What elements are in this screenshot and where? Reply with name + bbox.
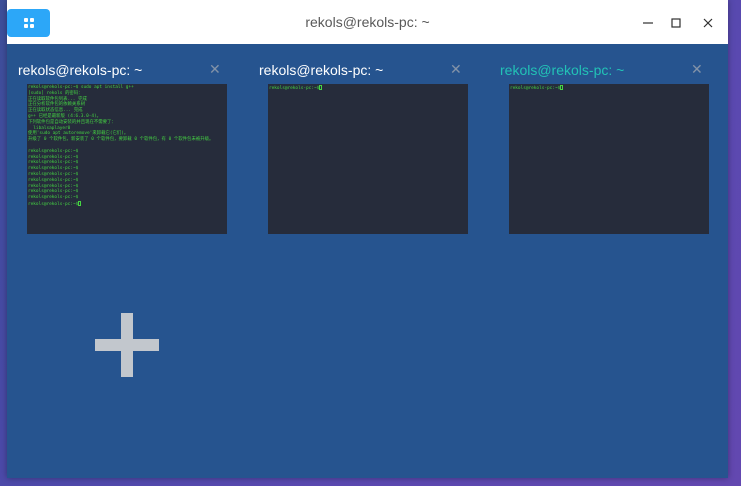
terminal-window: rekols@rekols-pc: ~ rekols@rekols-pc: ~ … bbox=[7, 0, 728, 478]
terminal-preview[interactable]: rekols@rekols-pc:~$ sudo apt install g++… bbox=[27, 84, 227, 234]
workspace-close-icon[interactable]: ✕ bbox=[450, 63, 462, 77]
add-workspace-button[interactable] bbox=[95, 313, 159, 377]
workspace-title: rekols@rekols-pc: ~ bbox=[259, 62, 384, 78]
maximize-button[interactable] bbox=[665, 12, 687, 34]
terminal-output: rekols@rekols-pc:~$ bbox=[510, 85, 564, 91]
workspace-title: rekols@rekols-pc: ~ bbox=[500, 62, 625, 78]
workspace-title: rekols@rekols-pc: ~ bbox=[18, 62, 143, 78]
terminal-line: rekols@rekols-pc:~$ bbox=[269, 85, 323, 91]
terminal-cursor bbox=[78, 200, 82, 206]
window-title: rekols@rekols-pc: ~ bbox=[305, 14, 430, 30]
minimize-icon bbox=[643, 22, 653, 24]
terminal-output: rekols@rekols-pc:~$ bbox=[269, 85, 323, 91]
terminal-cursor bbox=[319, 85, 323, 90]
workspace-close-icon[interactable]: ✕ bbox=[209, 63, 221, 77]
terminal-preview[interactable]: rekols@rekols-pc:~$ bbox=[509, 84, 709, 234]
maximize-icon bbox=[671, 18, 681, 28]
terminal-line: 升级了 0 个软件包，新安装了 0 个软件包，要卸载 0 个软件包，有 0 个软… bbox=[28, 137, 214, 143]
terminal-preview[interactable]: rekols@rekols-pc:~$ bbox=[268, 84, 468, 234]
terminal-line: rekols@rekols-pc:~$ bbox=[510, 85, 564, 91]
close-icon bbox=[703, 18, 713, 28]
workspace-close-icon[interactable]: ✕ bbox=[691, 63, 703, 77]
terminal-cursor bbox=[560, 85, 564, 90]
close-window-button[interactable] bbox=[697, 12, 719, 34]
terminal-line: rekols@rekols-pc:~$ bbox=[28, 200, 213, 207]
terminal-output: rekols@rekols-pc:~$ sudo apt install g++… bbox=[28, 85, 213, 207]
minimize-button[interactable] bbox=[637, 12, 659, 34]
title-bar[interactable]: rekols@rekols-pc: ~ bbox=[7, 0, 728, 44]
